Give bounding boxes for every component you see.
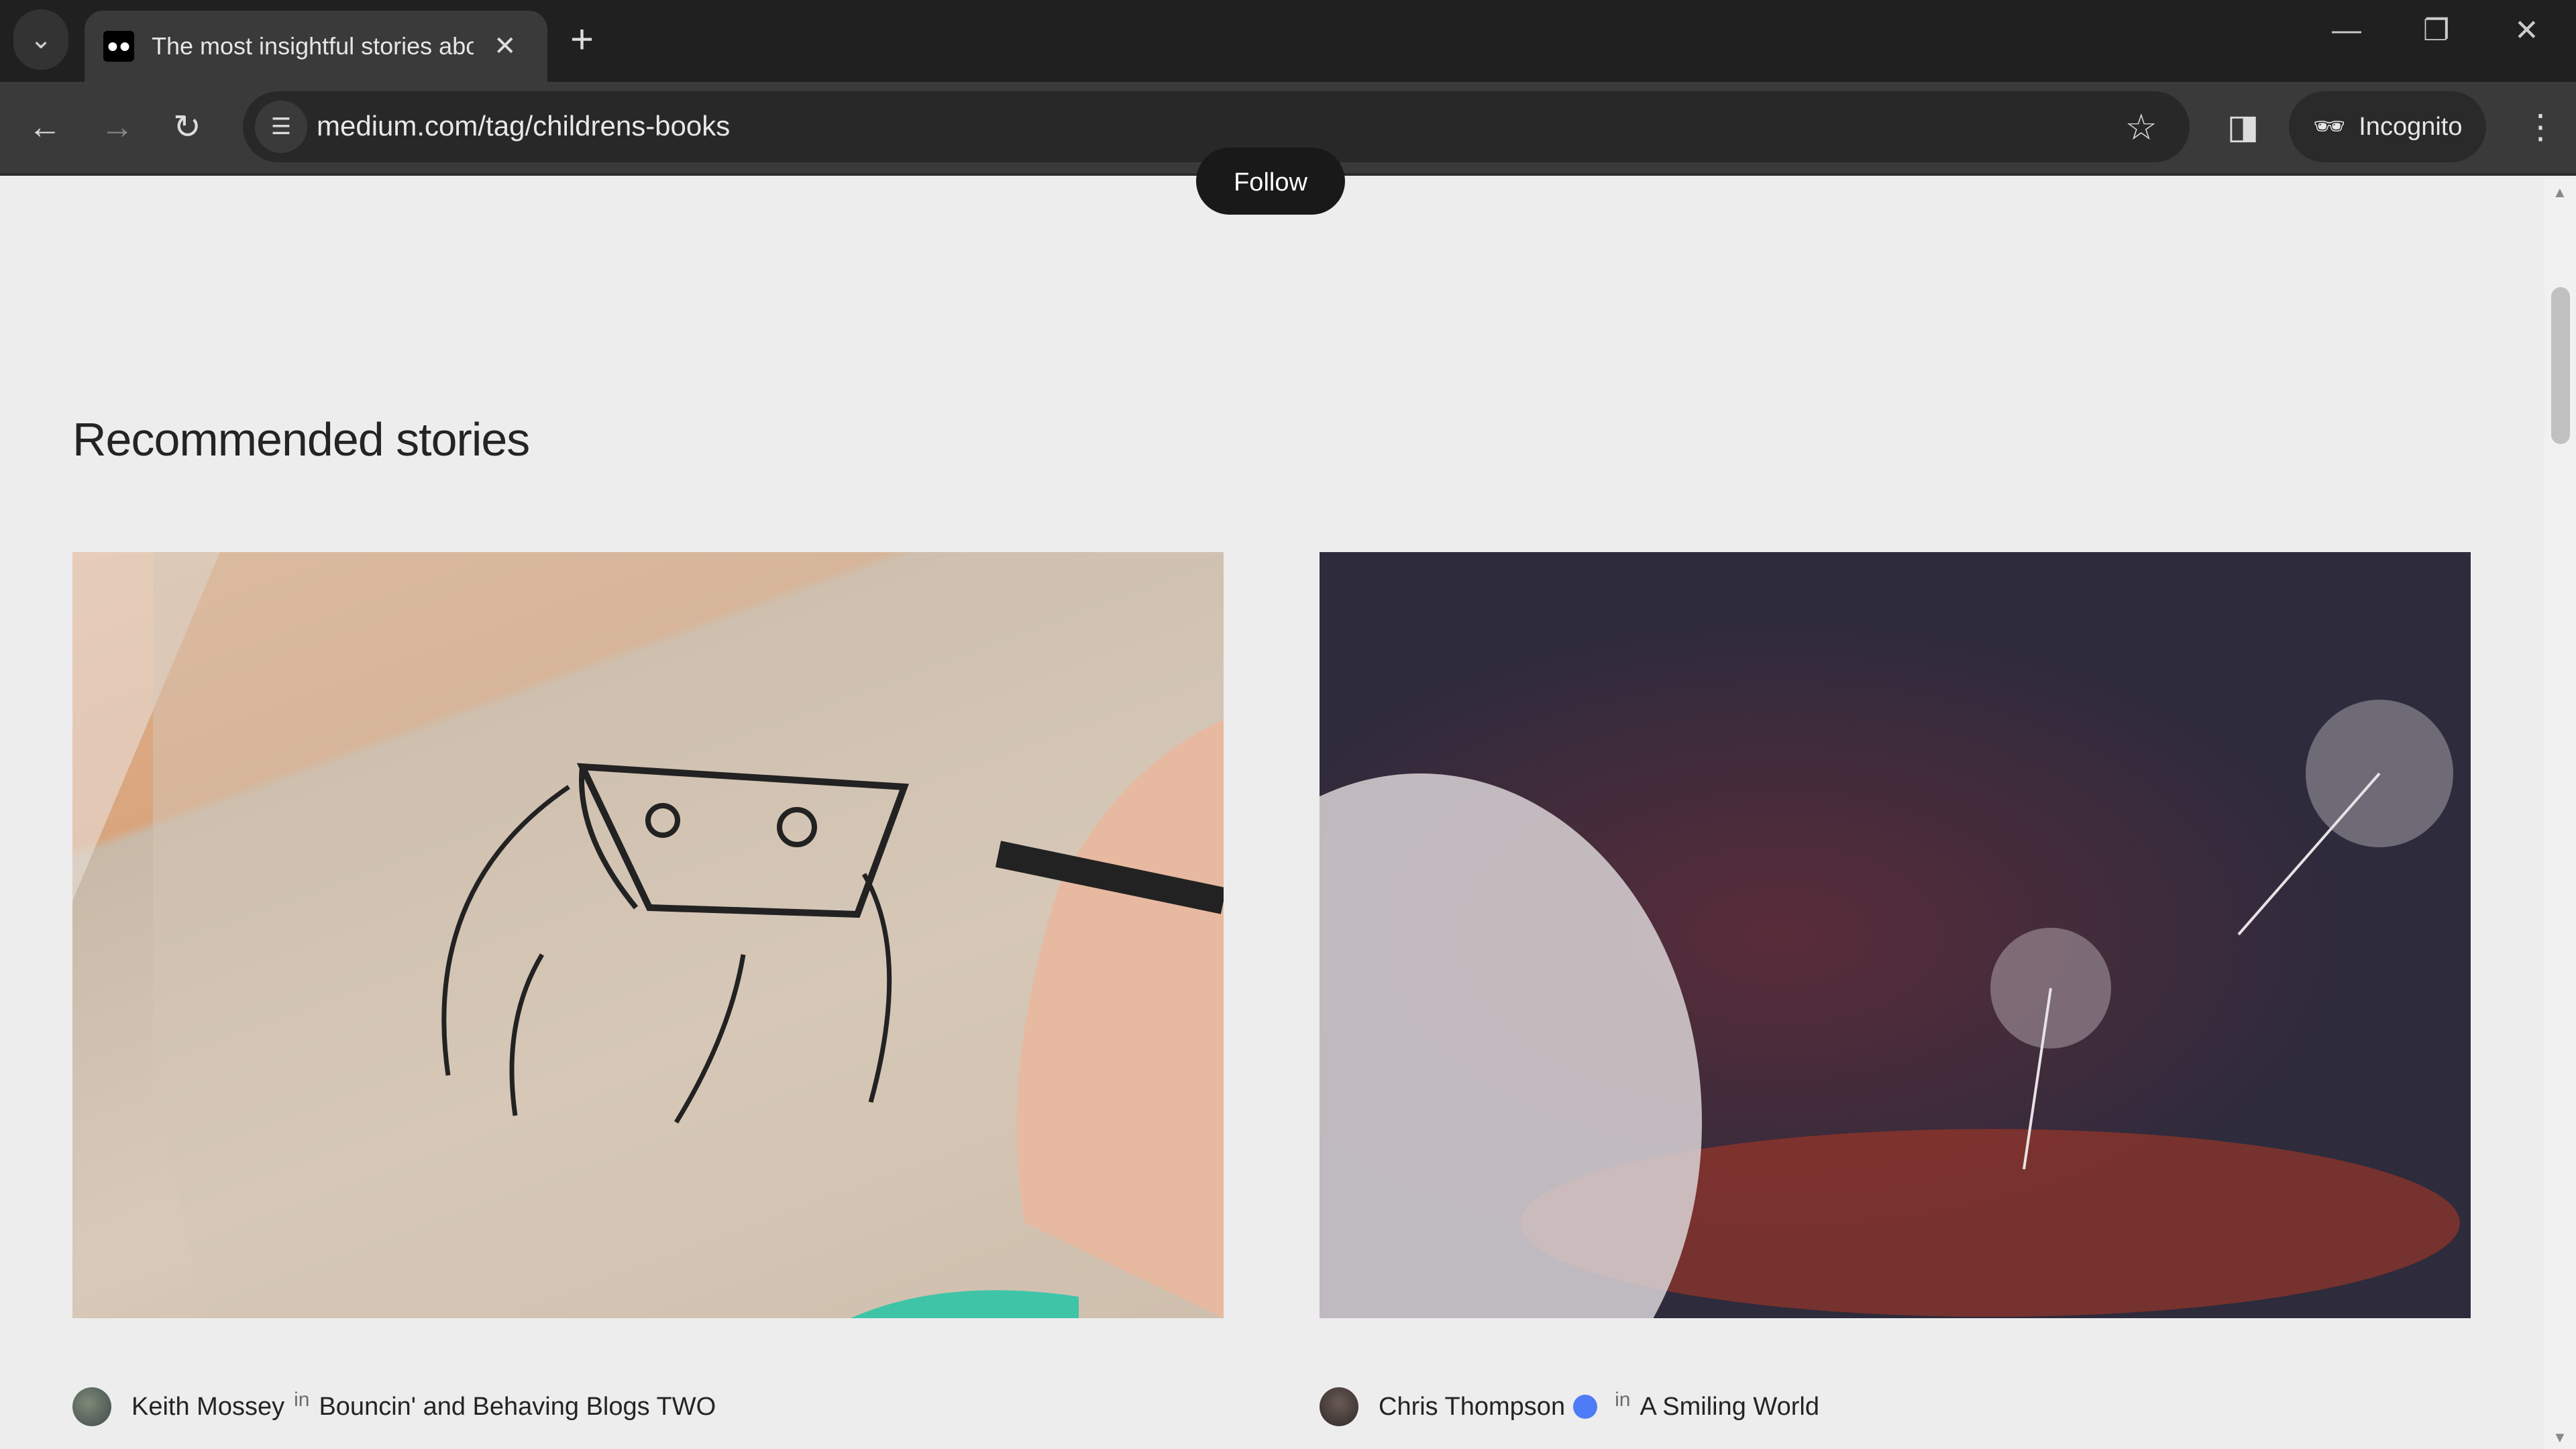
- avatar[interactable]: [72, 1387, 111, 1426]
- incognito-icon: 🕶: [2313, 113, 2346, 141]
- back-icon[interactable]: ←: [28, 107, 62, 146]
- in-label: in: [294, 1389, 310, 1411]
- incognito-indicator[interactable]: 🕶 Incognito: [2289, 91, 2486, 162]
- scrollbar-thumb[interactable]: [2551, 287, 2570, 444]
- author-name[interactable]: Chris Thompson: [1379, 1393, 1565, 1421]
- story-byline: Chris Thompson in A Smiling World: [1320, 1387, 1819, 1426]
- close-window-icon[interactable]: ✕: [2514, 13, 2539, 48]
- story-image[interactable]: [1320, 552, 2471, 1318]
- scrollbar[interactable]: ▲ ▼: [2544, 178, 2576, 1449]
- menu-icon[interactable]: ⋮: [2524, 107, 2557, 146]
- author-name[interactable]: Keith Mossey: [131, 1393, 284, 1421]
- publication-name[interactable]: A Smiling World: [1640, 1393, 1819, 1421]
- verified-badge-icon: [1573, 1395, 1598, 1419]
- story-image[interactable]: [72, 552, 1224, 1318]
- publication-name[interactable]: Bouncin' and Behaving Blogs TWO: [319, 1393, 716, 1421]
- side-panel-icon[interactable]: ◨: [2227, 107, 2259, 146]
- scroll-down-icon[interactable]: ▼: [2553, 1429, 2567, 1446]
- url-text[interactable]: medium.com/tag/childrens-books: [317, 110, 730, 142]
- minimize-icon[interactable]: —: [2332, 13, 2361, 47]
- story-byline: Keith Mossey in Bouncin' and Behaving Bl…: [72, 1387, 716, 1426]
- site-info-icon[interactable]: ☰: [255, 101, 307, 153]
- follow-button[interactable]: Follow: [1196, 148, 1345, 215]
- restore-icon[interactable]: ❐: [2423, 13, 2449, 48]
- close-tab-icon[interactable]: ✕: [494, 31, 517, 62]
- avatar[interactable]: [1320, 1387, 1358, 1426]
- bookmark-star-icon[interactable]: ☆: [2125, 106, 2157, 148]
- tab-bar: ⌄ ●● The most insightful stories abou ✕ …: [0, 0, 2576, 82]
- new-tab-button[interactable]: +: [570, 16, 594, 62]
- incognito-label: Incognito: [2359, 112, 2463, 141]
- reload-icon[interactable]: ↻: [173, 107, 201, 146]
- in-label: in: [1615, 1389, 1631, 1411]
- medium-favicon-icon: ●●: [103, 31, 134, 62]
- tab-search-button[interactable]: ⌄: [13, 9, 68, 70]
- forward-icon[interactable]: →: [101, 107, 134, 146]
- section-title: Recommended stories: [72, 413, 530, 466]
- active-tab[interactable]: ●● The most insightful stories abou ✕: [85, 11, 547, 82]
- scroll-up-icon[interactable]: ▲: [2553, 184, 2567, 201]
- tab-title: The most insightful stories abou: [152, 32, 474, 60]
